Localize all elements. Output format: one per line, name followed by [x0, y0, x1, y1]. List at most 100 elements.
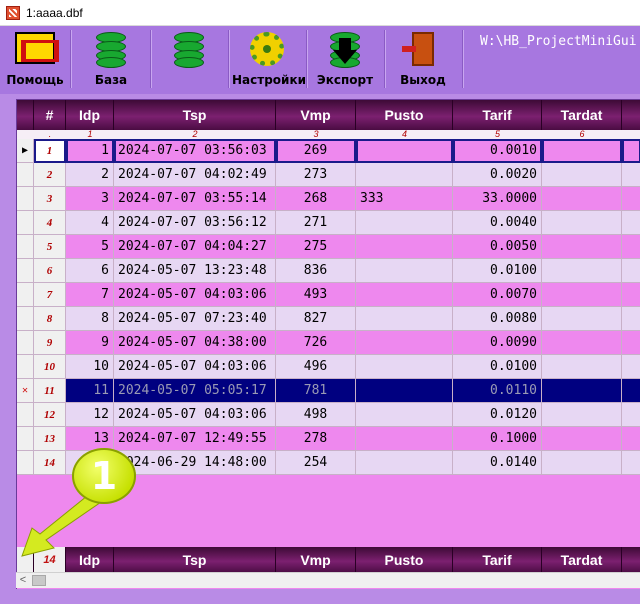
cell-tarif[interactable]: 0.0070	[453, 283, 542, 307]
cell-pusto[interactable]	[356, 307, 453, 331]
cell-vmp[interactable]: 781	[276, 379, 356, 403]
header-tarif[interactable]: Tarif	[453, 100, 542, 130]
cell-tsp[interactable]: 2024-05-07 04:38:00	[114, 331, 276, 355]
cell-extra[interactable]	[622, 355, 640, 379]
cell-pusto[interactable]	[356, 283, 453, 307]
cell-vmp[interactable]: 726	[276, 331, 356, 355]
cell-tardat[interactable]	[542, 259, 622, 283]
table-row[interactable]: 6 6 2024-05-07 13:23:48 836 0.0100	[17, 259, 640, 283]
cell-extra[interactable]	[622, 379, 640, 403]
cell-rownum[interactable]: 2	[34, 163, 66, 187]
cell-rownum[interactable]: 4	[34, 211, 66, 235]
cell-pusto[interactable]	[356, 163, 453, 187]
cell-rownum[interactable]: 5	[34, 235, 66, 259]
cell-tsp[interactable]: 2024-05-07 04:03:06	[114, 403, 276, 427]
cell-tardat[interactable]	[542, 379, 622, 403]
cell-pusto[interactable]	[356, 259, 453, 283]
cell-tardat[interactable]	[542, 331, 622, 355]
cell-vmp[interactable]: 493	[276, 283, 356, 307]
cell-idp[interactable]: 10	[66, 355, 114, 379]
cell-tarif[interactable]: 0.0080	[453, 307, 542, 331]
cell-extra[interactable]	[622, 259, 640, 283]
header-tardat[interactable]: Tardat	[542, 100, 622, 130]
scroll-thumb[interactable]	[32, 575, 46, 586]
cell-rownum[interactable]: 8	[34, 307, 66, 331]
cell-tsp[interactable]: 2024-07-07 12:49:55	[114, 427, 276, 451]
cell-rownum[interactable]: 10	[34, 355, 66, 379]
cell-pusto[interactable]	[356, 403, 453, 427]
cell-pusto[interactable]	[356, 139, 453, 163]
cell-idp[interactable]: 5	[66, 235, 114, 259]
cell-extra[interactable]	[622, 139, 640, 163]
cell-rownum[interactable]: 1	[34, 139, 66, 163]
table-row[interactable]: 12 12 2024-05-07 04:03:06 498 0.0120	[17, 403, 640, 427]
cell-pusto[interactable]	[356, 331, 453, 355]
cell-extra[interactable]	[622, 331, 640, 355]
cell-extra[interactable]	[622, 163, 640, 187]
cell-tarif[interactable]: 0.0020	[453, 163, 542, 187]
exit-button[interactable]: Выход	[388, 28, 458, 92]
cell-idp[interactable]: 12	[66, 403, 114, 427]
cell-tsp[interactable]: 2024-05-07 04:03:06	[114, 355, 276, 379]
cell-tarif[interactable]: 0.0100	[453, 355, 542, 379]
table-row[interactable]: ✕ 11 11 2024-05-07 05:05:17 781 0.0110	[17, 379, 640, 403]
database-key-button[interactable]	[154, 28, 224, 92]
cell-tardat[interactable]	[542, 427, 622, 451]
header-idp[interactable]: Idp	[66, 100, 114, 130]
cell-extra[interactable]	[622, 235, 640, 259]
cell-extra[interactable]	[622, 211, 640, 235]
cell-tarif[interactable]: 0.0120	[453, 403, 542, 427]
cell-tarif[interactable]: 0.0100	[453, 259, 542, 283]
table-row[interactable]: 3 3 2024-07-07 03:55:14 268 333 33.0000	[17, 187, 640, 211]
cell-pusto[interactable]: 333	[356, 187, 453, 211]
cell-vmp[interactable]: 827	[276, 307, 356, 331]
cell-vmp[interactable]: 273	[276, 163, 356, 187]
cell-vmp[interactable]: 498	[276, 403, 356, 427]
cell-tsp[interactable]: 2024-05-07 13:23:48	[114, 259, 276, 283]
cell-extra[interactable]	[622, 451, 640, 475]
cell-rownum[interactable]: 3	[34, 187, 66, 211]
table-row[interactable]: 2 2 2024-07-07 04:02:49 273 0.0020	[17, 163, 640, 187]
database-button[interactable]: База	[76, 28, 146, 92]
cell-extra[interactable]	[622, 307, 640, 331]
header-pusto[interactable]: Pusto	[356, 100, 453, 130]
cell-tsp[interactable]: 2024-05-07 04:03:06	[114, 283, 276, 307]
header-rownum[interactable]: #	[34, 100, 66, 130]
cell-idp[interactable]: 7	[66, 283, 114, 307]
cell-vmp[interactable]: 275	[276, 235, 356, 259]
cell-pusto[interactable]	[356, 379, 453, 403]
cell-tardat[interactable]	[542, 355, 622, 379]
cell-tardat[interactable]	[542, 139, 622, 163]
cell-rownum[interactable]: 6	[34, 259, 66, 283]
cell-tarif[interactable]: 0.0090	[453, 331, 542, 355]
cell-pusto[interactable]	[356, 451, 453, 475]
cell-tsp[interactable]: 2024-05-07 05:05:17	[114, 379, 276, 403]
cell-idp[interactable]: 1	[66, 139, 114, 163]
settings-button[interactable]: Настройки	[232, 28, 306, 92]
cell-tarif[interactable]: 0.0010	[453, 139, 542, 163]
cell-idp[interactable]: 9	[66, 331, 114, 355]
table-row[interactable]: 13 13 2024-07-07 12:49:55 278 0.1000	[17, 427, 640, 451]
cell-extra[interactable]	[622, 427, 640, 451]
cell-vmp[interactable]: 271	[276, 211, 356, 235]
cell-rownum[interactable]: 9	[34, 331, 66, 355]
cell-vmp[interactable]: 496	[276, 355, 356, 379]
cell-rownum[interactable]: 11	[34, 379, 66, 403]
table-row[interactable]: 5 5 2024-07-07 04:04:27 275 0.0050	[17, 235, 640, 259]
cell-pusto[interactable]	[356, 235, 453, 259]
help-button[interactable]: Помощь	[6, 28, 64, 92]
cell-tardat[interactable]	[542, 307, 622, 331]
cell-extra[interactable]	[622, 403, 640, 427]
export-button[interactable]: Экспорт	[310, 28, 380, 92]
cell-tardat[interactable]	[542, 187, 622, 211]
cell-extra[interactable]	[622, 187, 640, 211]
table-row[interactable]: 4 4 2024-07-07 03:56:12 271 0.0040	[17, 211, 640, 235]
cell-idp[interactable]: 6	[66, 259, 114, 283]
cell-idp[interactable]: 8	[66, 307, 114, 331]
cell-tarif[interactable]: 0.0050	[453, 235, 542, 259]
cell-extra[interactable]	[622, 283, 640, 307]
header-vmp[interactable]: Vmp	[276, 100, 356, 130]
cell-vmp[interactable]: 254	[276, 451, 356, 475]
cell-tsp[interactable]: 2024-06-29 14:48:00	[114, 451, 276, 475]
cell-vmp[interactable]: 836	[276, 259, 356, 283]
